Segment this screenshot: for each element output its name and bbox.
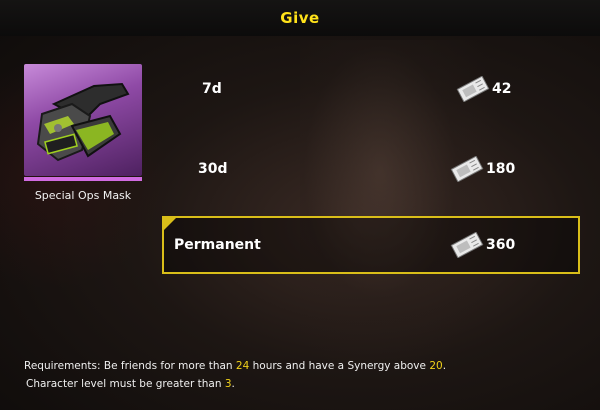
voucher-ticket-icon [450,156,484,182]
tactical-mask-icon [36,82,130,162]
requirements-line-1: Requirements: Be friends for more than 2… [24,360,447,372]
selected-corner-marker [164,218,176,230]
option-price: 42 [492,81,512,97]
option-price: 360 [486,237,516,253]
level-value: 3 [224,378,232,390]
item-card [24,64,142,176]
hours-value: 24 [235,360,250,372]
requirements-line-2: Character level must be greater than 3. [26,378,235,390]
option-30d[interactable]: 30d 180 [162,141,580,197]
option-price: 180 [486,161,516,177]
rarity-bar [24,177,142,181]
option-7d[interactable]: 7d 42 [162,61,580,117]
item-name: Special Ops Mask [34,189,132,202]
requirements-text: Requirements: Be friends for more than 2… [24,357,584,393]
option-duration: Permanent [174,237,261,253]
page-title: Give [280,9,320,27]
option-permanent[interactable]: Permanent 360 [162,216,580,274]
synergy-value: 20 [429,360,443,372]
option-duration: 30d [198,161,228,177]
voucher-ticket-icon [450,232,484,258]
option-duration: 7d [202,81,222,97]
voucher-ticket-icon [456,76,490,102]
